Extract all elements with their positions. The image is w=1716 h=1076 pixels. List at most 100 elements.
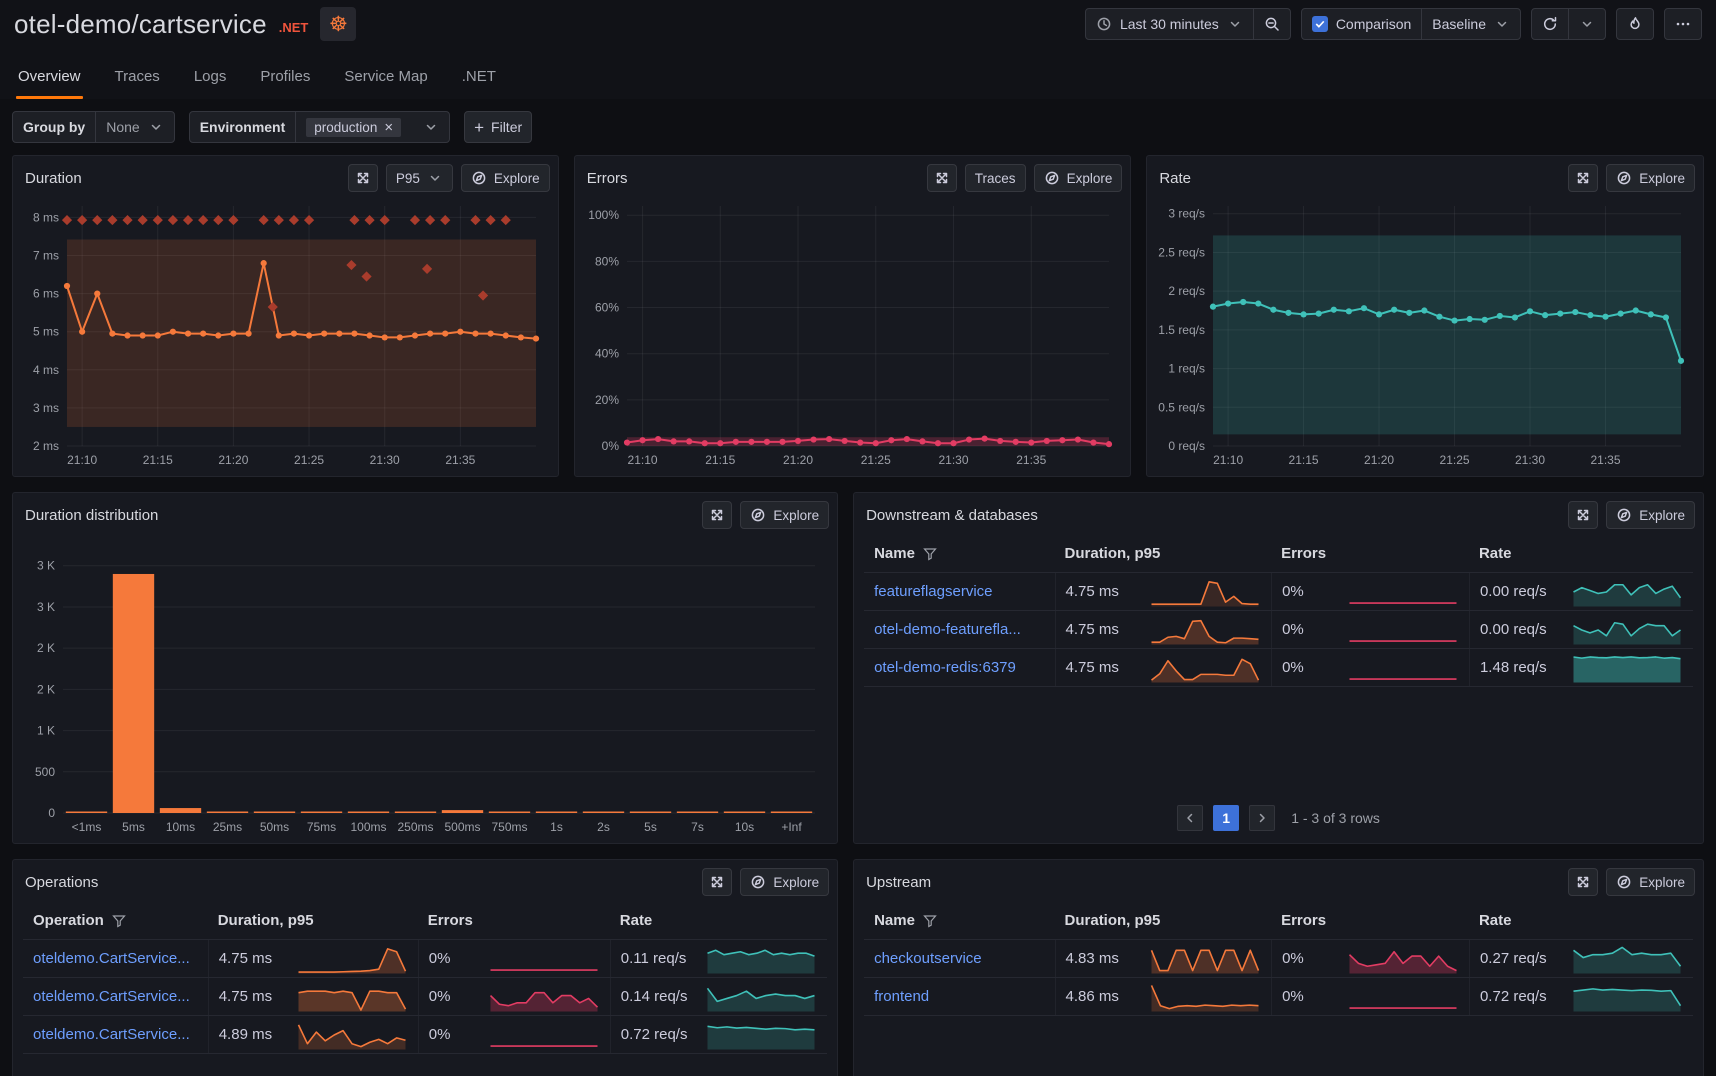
name-cell: featureflagservice: [864, 573, 1054, 610]
comparison-toggle[interactable]: Comparison: [1302, 9, 1421, 39]
service-link[interactable]: featureflagservice: [874, 583, 992, 600]
rate-sparkline: [705, 942, 817, 976]
service-link[interactable]: oteldemo.CartService...: [33, 988, 190, 1005]
rate-value: 0.00 req/s: [1480, 621, 1547, 638]
column-header[interactable]: Name: [864, 902, 1054, 939]
duration-value: 4.75 ms: [1066, 659, 1119, 676]
expand-button[interactable]: [702, 868, 732, 896]
panel-header: Rate Explore: [1147, 156, 1703, 196]
bottom-row: Operations Explore OperationDuration, p9…: [12, 859, 1704, 1076]
clock-icon: [1096, 16, 1112, 32]
duration-distribution-chart[interactable]: 3 K3 K2 K2 K1 K5000<1ms5ms10ms25ms50ms75…: [17, 533, 829, 839]
environment-select[interactable]: production ×: [295, 112, 449, 142]
service-link[interactable]: oteldemo.CartService...: [33, 1026, 190, 1043]
environment-control: Environment production ×: [189, 111, 450, 143]
column-header[interactable]: Duration, p95: [1055, 902, 1272, 939]
next-page-button[interactable]: [1249, 805, 1275, 831]
svg-text:21:10: 21:10: [1213, 453, 1243, 467]
service-link[interactable]: otel-demo-featurefla...: [874, 621, 1021, 638]
column-label: Name: [874, 912, 915, 929]
expand-icon: [1575, 170, 1591, 186]
add-filter-button[interactable]: + Filter: [464, 111, 532, 143]
column-header[interactable]: Duration, p95: [208, 902, 418, 939]
explore-button[interactable]: Explore: [461, 164, 550, 192]
errors-cell: 0%: [1271, 940, 1469, 977]
column-label: Duration, p95: [1065, 912, 1161, 929]
column-header[interactable]: Rate: [610, 902, 827, 939]
chevron-down-icon: [1494, 16, 1510, 32]
table-header-row: NameDuration, p95ErrorsRate: [864, 535, 1693, 573]
svg-text:3 K: 3 K: [37, 600, 55, 614]
tab-service-map[interactable]: Service Map: [342, 64, 429, 99]
zoom-out-icon: [1264, 16, 1280, 32]
column-header[interactable]: Errors: [1271, 535, 1469, 572]
percentile-select[interactable]: P95: [386, 164, 453, 192]
filter-funnel-icon[interactable]: [112, 914, 126, 928]
column-header[interactable]: Name: [864, 535, 1054, 572]
column-header[interactable]: Errors: [1271, 902, 1469, 939]
service-link[interactable]: oteldemo.CartService...: [33, 950, 190, 967]
expand-button[interactable]: [1568, 501, 1598, 529]
svg-text:5 ms: 5 ms: [33, 325, 59, 339]
service-link[interactable]: checkoutservice: [874, 950, 982, 967]
duration-chart[interactable]: 21:1021:1521:2021:2521:3021:358 ms7 ms6 …: [17, 196, 550, 472]
service-link[interactable]: frontend: [874, 988, 929, 1005]
column-header[interactable]: Operation: [23, 902, 208, 939]
column-header[interactable]: Duration, p95: [1055, 535, 1272, 572]
tab-logs[interactable]: Logs: [192, 64, 229, 99]
tab-profiles[interactable]: Profiles: [258, 64, 312, 99]
prev-page-button[interactable]: [1177, 805, 1203, 831]
expand-button[interactable]: [927, 164, 957, 192]
remove-filter-icon[interactable]: ×: [384, 120, 393, 135]
svg-text:2 K: 2 K: [37, 641, 55, 655]
name-cell: otel-demo-redis:6379: [864, 649, 1054, 686]
svg-text:1 K: 1 K: [37, 724, 55, 738]
rate-cell: 0.14 req/s: [610, 978, 827, 1015]
kubernetes-button[interactable]: ☸: [320, 7, 356, 41]
explore-button[interactable]: Explore: [1606, 164, 1695, 192]
service-link[interactable]: otel-demo-redis:6379: [874, 659, 1016, 676]
errors-chart[interactable]: 21:1021:1521:2021:2521:3021:35100%80%60%…: [579, 196, 1123, 472]
svg-text:750ms: 750ms: [491, 820, 527, 834]
environment-value: production: [314, 120, 377, 135]
explore-button[interactable]: Explore: [1034, 164, 1123, 192]
svg-text:80%: 80%: [595, 254, 619, 268]
more-options-button[interactable]: [1665, 9, 1701, 39]
zoom-out-button[interactable]: [1253, 9, 1290, 39]
rate-chart[interactable]: 21:1021:1521:2021:2521:3021:353 req/s2.5…: [1151, 196, 1695, 472]
traces-button[interactable]: Traces: [965, 164, 1026, 192]
rate-cell: 1.48 req/s: [1469, 649, 1693, 686]
explore-button[interactable]: Explore: [1606, 868, 1695, 896]
tab-overview[interactable]: Overview: [16, 64, 83, 99]
comparison-checkbox[interactable]: [1312, 16, 1328, 32]
explore-button[interactable]: Explore: [740, 501, 829, 529]
explore-button[interactable]: Explore: [1606, 501, 1695, 529]
filter-funnel-icon[interactable]: [923, 914, 937, 928]
time-range-picker[interactable]: Last 30 minutes: [1086, 9, 1253, 39]
expand-icon: [1575, 874, 1591, 890]
group-by-select[interactable]: None: [95, 112, 173, 142]
expand-button[interactable]: [348, 164, 378, 192]
svg-text:6 ms: 6 ms: [33, 287, 59, 301]
filter-funnel-icon[interactable]: [923, 547, 937, 561]
expand-button[interactable]: [1568, 868, 1598, 896]
baseline-dropdown[interactable]: Baseline: [1421, 9, 1520, 39]
column-header[interactable]: Rate: [1469, 902, 1693, 939]
time-picker-group: Last 30 minutes: [1085, 8, 1291, 40]
tab-traces[interactable]: Traces: [113, 64, 162, 99]
expand-button[interactable]: [1568, 164, 1598, 192]
refresh-button[interactable]: [1532, 9, 1568, 39]
page-1-button[interactable]: 1: [1213, 805, 1239, 831]
kebab-icon: [1675, 16, 1691, 32]
expand-button[interactable]: [702, 501, 732, 529]
table-row: otel-demo-redis:63794.75 ms0%1.48 req/s: [864, 649, 1693, 687]
tab-dotnet[interactable]: .NET: [460, 64, 498, 99]
column-header[interactable]: Errors: [418, 902, 610, 939]
column-header[interactable]: Rate: [1469, 535, 1693, 572]
table-row: otel-demo-featurefla...4.75 ms0%0.00 req…: [864, 611, 1693, 649]
flame-button[interactable]: [1617, 9, 1653, 39]
group-by-label: Group by: [13, 112, 95, 142]
refresh-interval-dropdown[interactable]: [1568, 9, 1605, 39]
explore-button[interactable]: Explore: [740, 868, 829, 896]
svg-text:10s: 10s: [735, 820, 754, 834]
